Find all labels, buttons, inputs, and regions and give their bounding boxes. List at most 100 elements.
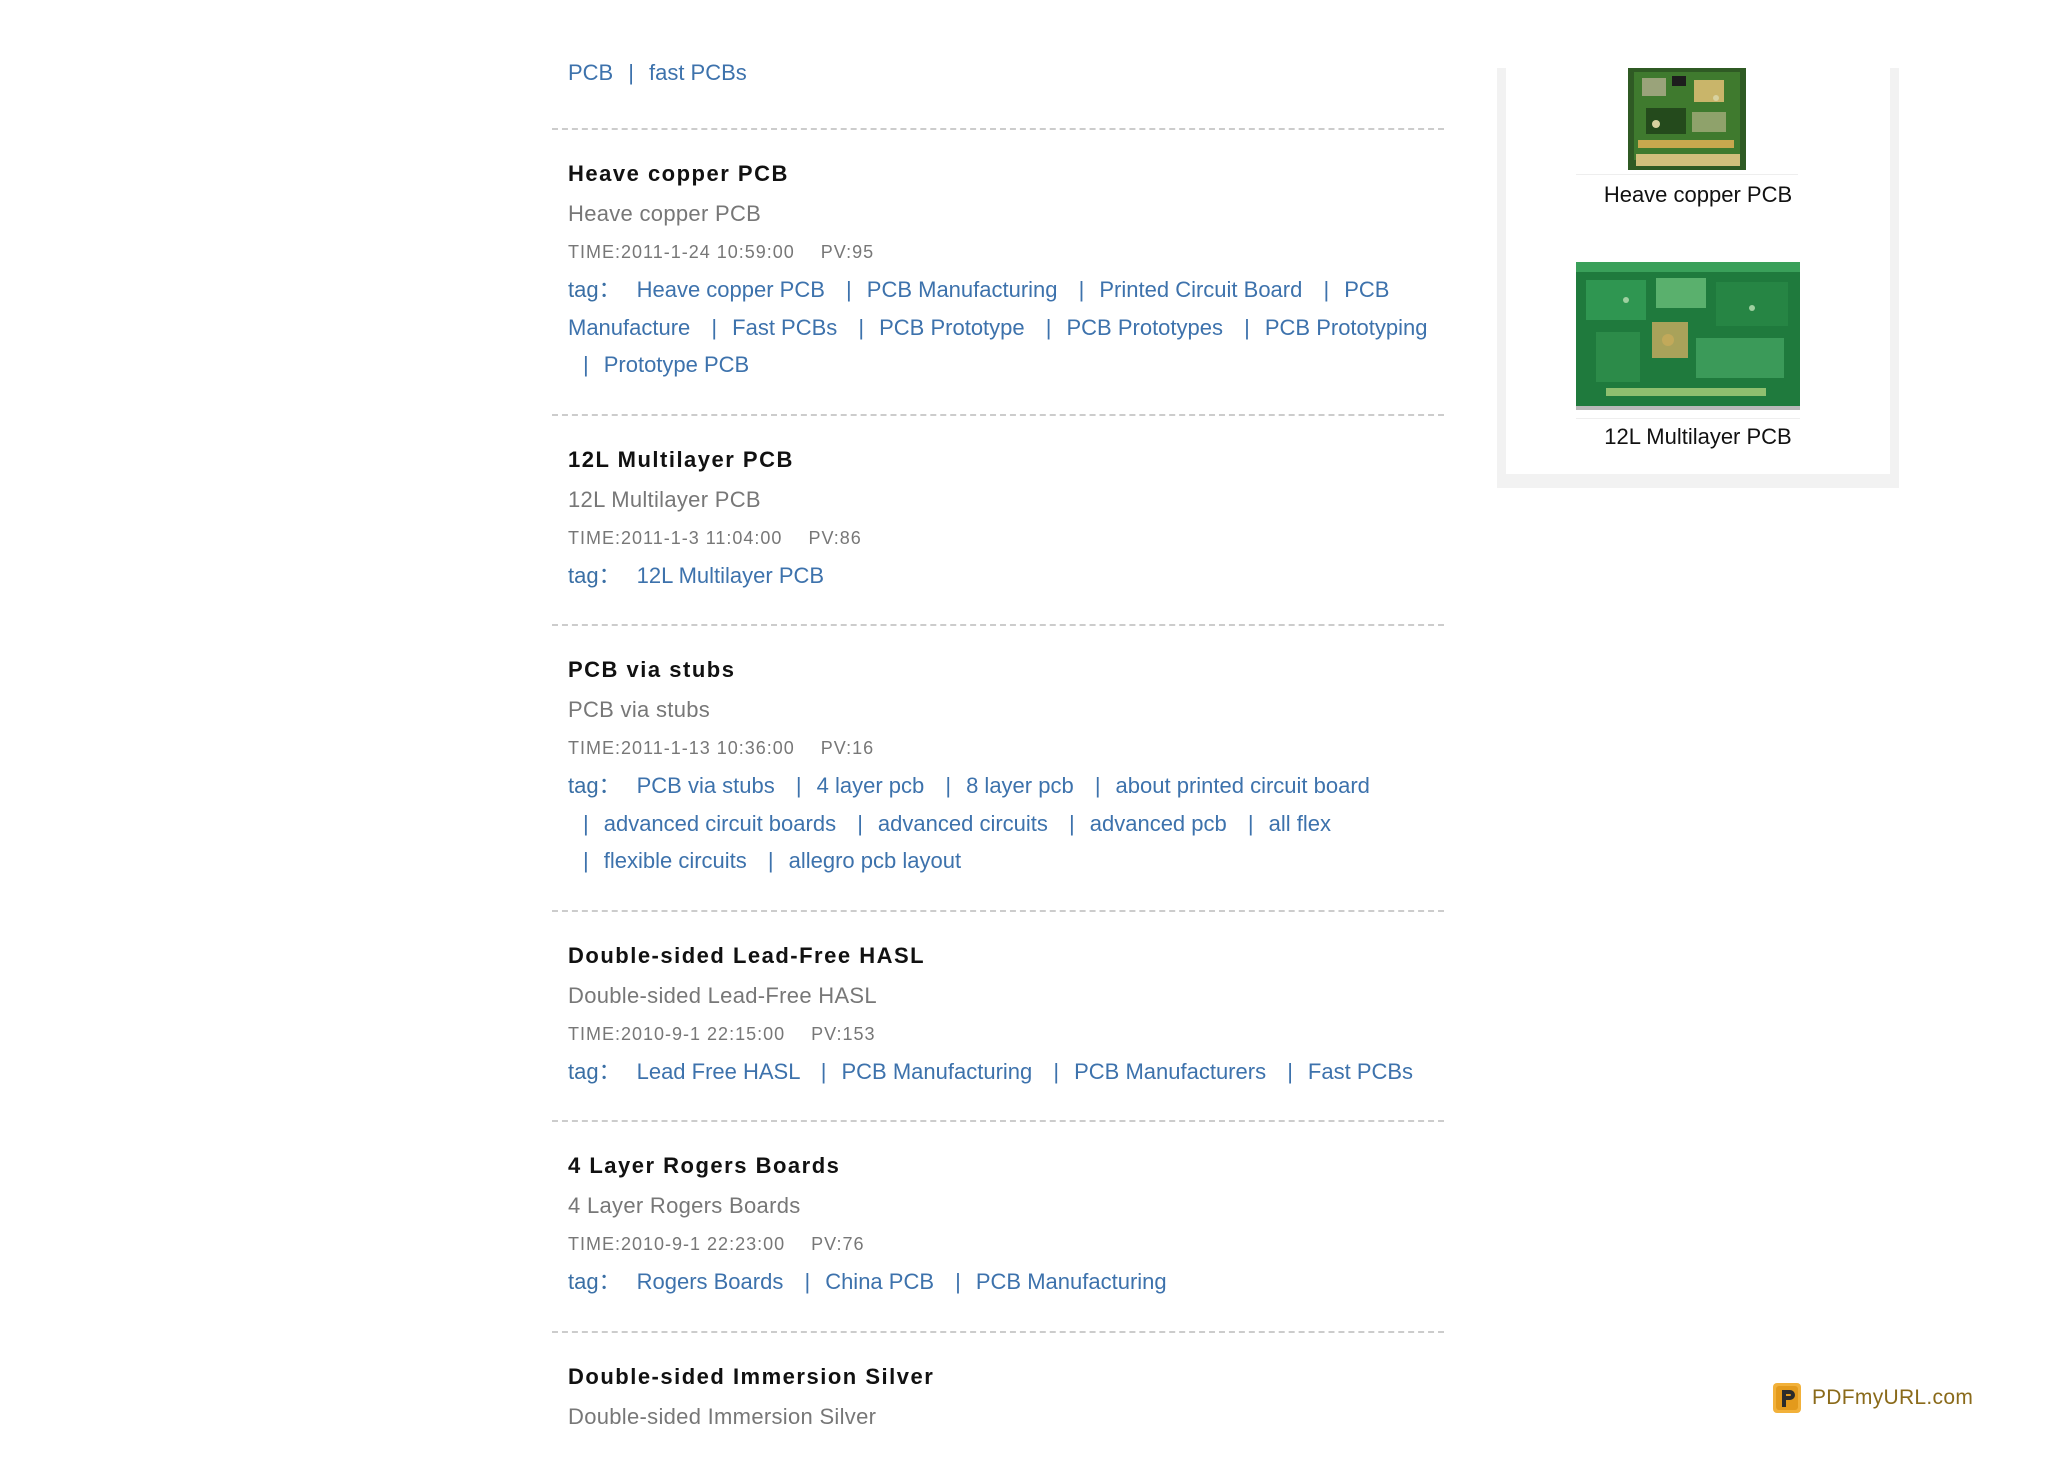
sidebar-item-caption[interactable]: Heave copper PCB: [1506, 182, 1890, 208]
article-time: TIME:2011-1-24 10:59:00: [568, 242, 795, 262]
tag-link[interactable]: PCB Prototypes: [1066, 315, 1223, 340]
article-meta: TIME:2011-1-24 10:59:00 PV:95: [568, 237, 1428, 267]
tag-link[interactable]: about printed circuit board: [1116, 773, 1370, 798]
tag-separator: |: [583, 810, 589, 836]
article-meta: TIME:2010-9-1 22:23:00 PV:76: [568, 1229, 1428, 1259]
article-summary: 4 Layer Rogers Boards: [568, 1193, 801, 1218]
tag-separator: |: [1244, 314, 1250, 340]
article-time: TIME:2011-1-3 11:04:00: [568, 527, 783, 548]
tag-label: tag：: [568, 1058, 621, 1084]
article-item: Heave copper PCB Heave copper PCB TIME:201…: [552, 128, 1444, 414]
tag-separator: |: [795, 773, 802, 798]
article-summary: 12L Multilayer PCB: [568, 486, 761, 512]
article-page-views: PV:86: [808, 527, 862, 548]
article-list: PCB | fast PCBs Heave copper PCB Heave copp…: [552, 56, 1444, 1462]
tag-link[interactable]: all flex: [1269, 811, 1331, 836]
tag-separator: |: [1287, 1058, 1293, 1084]
tag-link[interactable]: Heave copper PCB: [637, 277, 825, 302]
sidebar-item[interactable]: Heave copper PCB: [1506, 68, 1890, 218]
article-item: Double-sided Lead-Free HASL Double-sided …: [552, 909, 1444, 1121]
article-summary: PCB via stubs: [568, 697, 711, 722]
tag-link[interactable]: Fast PCBs: [1308, 1059, 1413, 1084]
tag-separator: |: [1045, 314, 1052, 340]
previous-article-tags: PCB | fast PCBs: [552, 56, 1444, 128]
tag-link[interactable]: PCB Manufacturers: [1074, 1059, 1266, 1084]
tag-separator: |: [846, 277, 852, 302]
article-item: PCB via stubs PCB via stubs TIME:2011-1-13…: [552, 624, 1444, 910]
tag-link[interactable]: fast PCBs: [649, 60, 747, 85]
tag-separator: |: [858, 314, 865, 340]
tag-link[interactable]: Lead Free HASL: [637, 1059, 800, 1084]
article-summary: Double-sided Lead-Free HASL: [568, 982, 877, 1008]
article-meta: TIME:2011-1-13 10:36:00 PV:16: [568, 733, 1428, 763]
article-tags: tag： Heave copper PCB | PCB Manufacturing …: [568, 271, 1428, 384]
article-page-views: PV:95: [820, 242, 875, 262]
article-title[interactable]: Double-sided Lead-Free HASL: [568, 941, 1428, 971]
article-item: Double-sided Immersion Silver Double-side…: [552, 1330, 1444, 1462]
pdfmyurl-logo-icon: [1773, 1383, 1801, 1413]
article-summary: Double-sided Immersion Silver: [568, 1403, 877, 1429]
tag-label: tag：: [568, 277, 621, 302]
tag-link[interactable]: 12L Multilayer PCB: [637, 563, 824, 588]
tag-link[interactable]: PCB Manufacturing: [976, 1269, 1167, 1294]
tag-link[interactable]: allegro pcb layout: [789, 848, 961, 873]
tag-link[interactable]: advanced pcb: [1090, 811, 1227, 836]
pdfmyurl-badge[interactable]: PDFmyURL.com: [1772, 1380, 1973, 1416]
tag-separator: |: [583, 848, 589, 873]
article-meta: TIME:2010-9-1 22:15:00 PV:153: [568, 1019, 1428, 1049]
tag-separator: |: [804, 1269, 811, 1294]
tag-link[interactable]: PCB Manufacturing: [867, 277, 1058, 302]
pcb-photo-heave-copper[interactable]: [1576, 68, 1798, 175]
article-tags: tag： Lead Free HASL | PCB Manufacturing | P…: [568, 1053, 1428, 1091]
tag-link[interactable]: PCB Prototype: [879, 315, 1025, 340]
tag-link[interactable]: 8 layer pcb: [966, 773, 1074, 798]
article-item: 4 Layer Rogers Boards 4 Layer Rogers Boar…: [552, 1120, 1444, 1331]
tag-separator: |: [583, 352, 589, 377]
tag-separator: |: [711, 314, 718, 340]
tag-link[interactable]: China PCB: [825, 1269, 934, 1294]
article-tags: tag： PCB via stubs | 4 layer pcb | 8 layer …: [568, 767, 1428, 880]
sidebar-inner: Heave copper PCB 12L Multilayer PCB: [1506, 68, 1890, 474]
tag-separator: |: [1078, 277, 1085, 302]
tag-link[interactable]: PCB: [568, 60, 613, 85]
tag-link[interactable]: Printed Circuit Board: [1099, 277, 1302, 302]
tag-link[interactable]: Prototype PCB: [604, 352, 750, 377]
articles-container: Heave copper PCB Heave copper PCB TIME:201…: [552, 128, 1444, 1462]
tag-separator: |: [857, 810, 863, 836]
sidebar-item-caption[interactable]: 12L Multilayer PCB: [1506, 424, 1890, 450]
article-page-views: PV:153: [811, 1023, 876, 1044]
tag-link[interactable]: Rogers Boards: [637, 1269, 784, 1294]
sidebar-item[interactable]: 12L Multilayer PCB: [1506, 248, 1890, 450]
article-page-views: PV:16: [820, 738, 875, 758]
pdfmyurl-label: PDFmyURL.com: [1812, 1386, 1974, 1409]
article-title[interactable]: PCB via stubs: [568, 655, 1428, 685]
tag-link[interactable]: advanced circuits: [878, 811, 1048, 836]
tag-link[interactable]: 4 layer pcb: [817, 773, 925, 798]
tag-link[interactable]: flexible circuits: [604, 848, 747, 873]
article-item: 12L Multilayer PCB 12L Multilayer PCB TIME…: [552, 413, 1444, 625]
article-tags: tag： Rogers Boards | China PCB | PCB Manufa…: [568, 1263, 1428, 1301]
article-summary: Heave copper PCB: [568, 201, 762, 226]
article-time: TIME:2011-1-13 10:36:00: [568, 738, 795, 758]
article-title[interactable]: Heave copper PCB: [568, 159, 1428, 189]
tag-separator: |: [1069, 810, 1075, 836]
tag-link[interactable]: PCB via stubs: [637, 773, 775, 798]
tag-separator: |: [945, 773, 952, 798]
tag-separator: |: [1247, 810, 1254, 836]
tag-separator: |: [1094, 773, 1101, 798]
tag-link[interactable]: PCB Prototyping: [1265, 315, 1428, 340]
tag-link[interactable]: Fast PCBs: [732, 315, 837, 340]
tag-link[interactable]: PCB Manufacturing: [842, 1059, 1033, 1084]
article-page-views: PV:76: [811, 1234, 865, 1254]
pcb-photo-12l-multilayer[interactable]: [1576, 248, 1800, 419]
tag-link[interactable]: advanced circuit boards: [604, 811, 836, 836]
article-title[interactable]: 4 Layer Rogers Boards: [568, 1151, 1428, 1181]
article-title[interactable]: Double-sided Immersion Silver: [568, 1362, 1428, 1392]
article-time: TIME:2010-9-1 22:23:00: [568, 1234, 786, 1254]
article-title[interactable]: 12L Multilayer PCB: [568, 445, 1428, 475]
article-time: TIME:2010-9-1 22:15:00: [568, 1023, 786, 1044]
article-tags: tag： 12L Multilayer PCB: [568, 557, 1428, 595]
tag-separator: |: [628, 60, 634, 85]
tag-label: tag：: [568, 773, 621, 798]
tag-label: tag：: [568, 1269, 621, 1294]
